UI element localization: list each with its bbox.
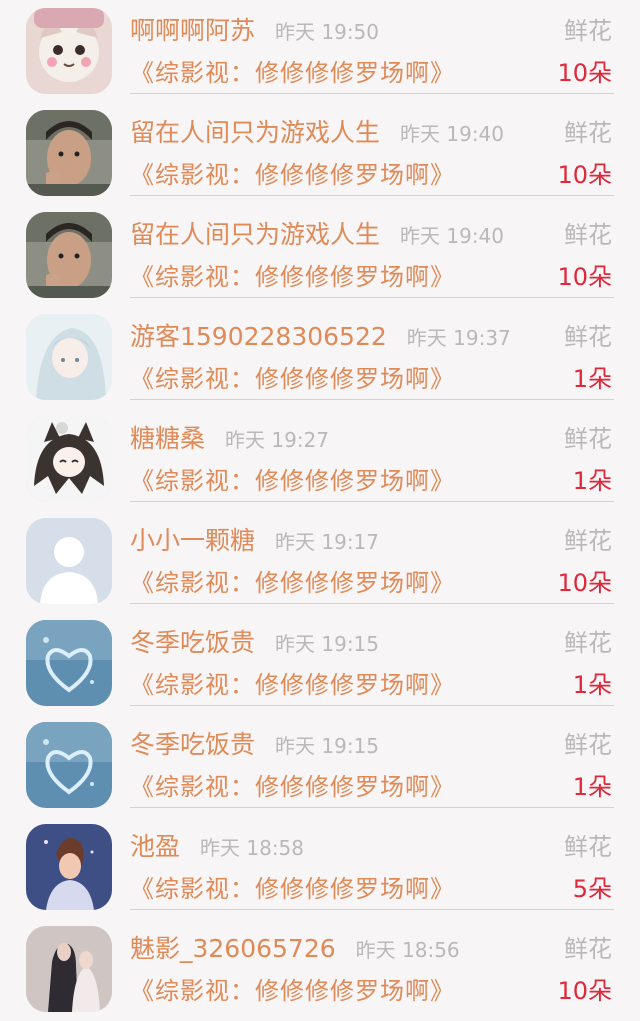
painted-girl-avatar[interactable] (26, 824, 112, 910)
book-title[interactable]: 《综影视：修修修修罗场啊》 (130, 464, 455, 498)
gift-row[interactable]: 游客1590228306522 昨天 19:37 鲜花 《综影视：修修修修罗场啊… (0, 306, 640, 408)
gift-count: 10朵 (557, 569, 612, 597)
row-divider (130, 93, 614, 94)
book-title[interactable]: 《综影视：修修修修罗场啊》 (130, 158, 455, 192)
gift-time: 昨天 19:15 (275, 632, 380, 656)
gift-type: 鲜花 (564, 629, 612, 657)
gift-time: 昨天 19:17 (275, 530, 380, 554)
gift-count: 1朵 (572, 671, 612, 699)
sender-name[interactable]: 糖糖桑 (130, 422, 205, 456)
sender-name[interactable]: 小小一颗糖 (130, 524, 255, 558)
gift-count: 10朵 (557, 977, 612, 1005)
row-divider (130, 603, 614, 604)
gift-count: 10朵 (557, 161, 612, 189)
row-divider (130, 705, 614, 706)
gift-count: 10朵 (557, 59, 612, 87)
book-title[interactable]: 《综影视：修修修修罗场啊》 (130, 260, 455, 294)
gift-type: 鲜花 (564, 425, 612, 453)
gift-type: 鲜花 (564, 935, 612, 963)
gift-time: 昨天 19:15 (275, 734, 380, 758)
gift-row[interactable]: 魅影_326065726 昨天 18:56 鲜花 《综影视：修修修修罗场啊》 1… (0, 918, 640, 1020)
gift-row[interactable]: 小小一颗糖 昨天 19:17 鲜花 《综影视：修修修修罗场啊》 10朵 (0, 510, 640, 612)
book-title[interactable]: 《综影视：修修修修罗场啊》 (130, 872, 455, 906)
gift-row[interactable]: 池盈 昨天 18:58 鲜花 《综影视：修修修修罗场啊》 5朵 (0, 816, 640, 918)
gift-time: 昨天 18:58 (200, 836, 305, 860)
gift-type: 鲜花 (564, 17, 612, 45)
gift-count: 10朵 (557, 263, 612, 291)
gift-row[interactable]: 留在人间只为游戏人生 昨天 19:40 鲜花 《综影视：修修修修罗场啊》 10朵 (0, 102, 640, 204)
sender-name[interactable]: 冬季吃饭贵 (130, 728, 255, 762)
row-divider (130, 195, 614, 196)
gift-time: 昨天 18:56 (355, 938, 460, 962)
gift-count: 1朵 (572, 773, 612, 801)
row-divider (130, 297, 614, 298)
gift-time: 昨天 19:50 (275, 20, 380, 44)
gift-time: 昨天 19:40 (400, 122, 505, 146)
anime-catgirl-avatar[interactable] (26, 416, 112, 502)
gift-type: 鲜花 (564, 323, 612, 351)
gift-row[interactable]: 冬季吃饭贵 昨天 19:15 鲜花 《综影视：修修修修罗场啊》 1朵 (0, 612, 640, 714)
sender-name[interactable]: 留在人间只为游戏人生 (130, 116, 380, 150)
gift-time: 昨天 19:37 (406, 326, 511, 350)
sender-name[interactable]: 冬季吃饭贵 (130, 626, 255, 660)
blue-heart-avatar[interactable] (26, 620, 112, 706)
gift-count: 1朵 (572, 467, 612, 495)
boy-photo-avatar[interactable] (26, 110, 112, 196)
row-divider (130, 501, 614, 502)
gift-time: 昨天 19:27 (225, 428, 330, 452)
cat-avatar[interactable] (26, 8, 112, 94)
book-title[interactable]: 《综影视：修修修修罗场啊》 (130, 566, 455, 600)
anime-girl-avatar[interactable] (26, 314, 112, 400)
row-divider (130, 399, 614, 400)
gift-row[interactable]: 冬季吃饭贵 昨天 19:15 鲜花 《综影视：修修修修罗场啊》 1朵 (0, 714, 640, 816)
sender-name[interactable]: 留在人间只为游戏人生 (130, 218, 380, 252)
gift-row[interactable]: 糖糖桑 昨天 19:27 鲜花 《综影视：修修修修罗场啊》 1朵 (0, 408, 640, 510)
gift-row[interactable]: 啊啊啊阿苏 昨天 19:50 鲜花 《综影视：修修修修罗场啊》 10朵 (0, 0, 640, 102)
sender-name[interactable]: 啊啊啊阿苏 (130, 14, 255, 48)
gift-time: 昨天 19:40 (400, 224, 505, 248)
sender-name[interactable]: 游客1590228306522 (130, 320, 387, 354)
gift-type: 鲜花 (564, 119, 612, 147)
sender-name[interactable]: 池盈 (130, 830, 180, 864)
gift-type: 鲜花 (564, 221, 612, 249)
gift-type: 鲜花 (564, 731, 612, 759)
default-avatar[interactable] (26, 518, 112, 604)
row-divider (130, 807, 614, 808)
book-title[interactable]: 《综影视：修修修修罗场啊》 (130, 668, 455, 702)
book-title[interactable]: 《综影视：修修修修罗场啊》 (130, 56, 455, 90)
row-divider (130, 909, 614, 910)
gift-row[interactable]: 留在人间只为游戏人生 昨天 19:40 鲜花 《综影视：修修修修罗场啊》 10朵 (0, 204, 640, 306)
couple-avatar[interactable] (26, 926, 112, 1012)
gift-type: 鲜花 (564, 833, 612, 861)
sender-name[interactable]: 魅影_326065726 (130, 932, 336, 966)
gift-type: 鲜花 (564, 527, 612, 555)
book-title[interactable]: 《综影视：修修修修罗场啊》 (130, 974, 455, 1008)
book-title[interactable]: 《综影视：修修修修罗场啊》 (130, 362, 455, 396)
gift-count: 1朵 (572, 365, 612, 393)
blue-heart-avatar[interactable] (26, 722, 112, 808)
book-title[interactable]: 《综影视：修修修修罗场啊》 (130, 770, 455, 804)
boy-photo-avatar[interactable] (26, 212, 112, 298)
gift-list: 啊啊啊阿苏 昨天 19:50 鲜花 《综影视：修修修修罗场啊》 10朵 留在人间… (0, 0, 640, 1021)
gift-count: 5朵 (572, 875, 612, 903)
